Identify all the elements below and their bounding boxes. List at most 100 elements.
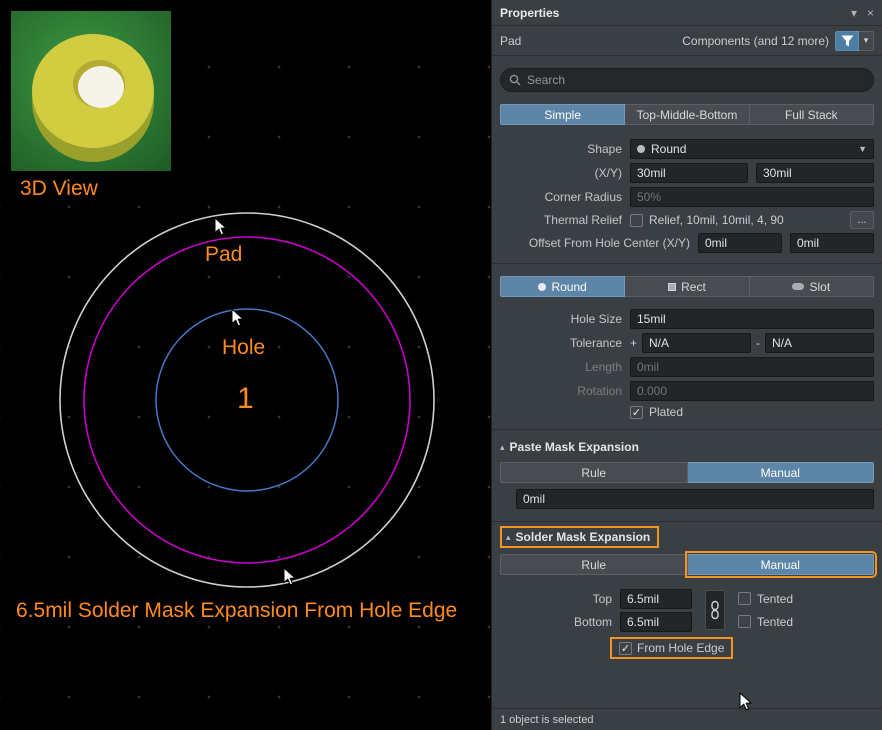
- divider: [492, 263, 882, 264]
- tented-bottom-label: Tented: [757, 615, 793, 629]
- check-icon: ✓: [621, 642, 630, 655]
- solder-mask-manual-button[interactable]: Manual: [688, 554, 875, 575]
- from-hole-edge-checkbox[interactable]: ✓: [619, 642, 632, 655]
- tolerance-label: Tolerance: [500, 336, 622, 350]
- tolerance-plus-input[interactable]: N/A: [642, 333, 751, 353]
- solder-mask-highlight-box: ▴ Solder Mask Expansion: [500, 526, 659, 548]
- offset-y-input[interactable]: 0mil: [790, 233, 874, 253]
- hole-3d-interior: [78, 66, 124, 108]
- plated-checkbox[interactable]: ✓: [630, 406, 643, 419]
- hole-shape-rect-label: Rect: [681, 280, 706, 294]
- cursor-icon: [214, 217, 228, 237]
- from-hole-edge-row: ✓ From Hole Edge: [610, 637, 874, 659]
- top-label: Top: [500, 592, 612, 606]
- chevron-down-icon: ▼: [858, 144, 867, 154]
- cursor-icon: [739, 692, 753, 712]
- hole-shape-round[interactable]: Round: [500, 276, 625, 297]
- solder-mask-caption: 6.5mil Solder Mask Expansion From Hole E…: [16, 599, 457, 623]
- hole-shape-slot-label: Slot: [809, 280, 830, 294]
- link-top-bottom-button[interactable]: [705, 590, 725, 630]
- thermal-relief-more-button[interactable]: ...: [850, 211, 874, 229]
- size-xy-label: (X/Y): [500, 166, 622, 180]
- offset-label: Offset From Hole Center (X/Y): [500, 236, 690, 250]
- collapse-icon: ▴: [506, 532, 511, 543]
- rotation-label: Rotation: [500, 384, 622, 398]
- hole-shape-tabs: Round Rect Slot: [500, 276, 874, 297]
- bottom-label: Bottom: [500, 615, 612, 629]
- hole-size-label: Hole Size: [500, 312, 622, 326]
- offset-x-input[interactable]: 0mil: [698, 233, 782, 253]
- solder-mask-rule-button[interactable]: Rule: [500, 554, 688, 575]
- chain-link-icon: [710, 600, 720, 620]
- tented-bottom-checkbox[interactable]: [738, 615, 751, 628]
- scope-label: Components (and 12 more): [682, 34, 829, 48]
- tented-top-checkbox[interactable]: [738, 592, 751, 605]
- solder-mask-mode: Rule Manual: [500, 554, 874, 575]
- pad-annotation: Pad: [205, 243, 242, 267]
- size-x-input[interactable]: 30mil: [630, 163, 748, 183]
- hole-shape-rect[interactable]: Rect: [625, 276, 749, 297]
- paste-mask-title: Paste Mask Expansion: [510, 440, 639, 454]
- 3d-view-label: 3D View: [20, 177, 98, 201]
- paste-mask-mode: Rule Manual: [500, 462, 874, 483]
- status-text: 1 object is selected: [500, 714, 594, 726]
- filter-dropdown-button[interactable]: ▾: [859, 31, 874, 51]
- panel-title: Properties: [500, 6, 559, 20]
- panel-menu-icon[interactable]: ▾: [851, 6, 857, 20]
- status-bar: 1 object is selected: [492, 708, 882, 730]
- hole-shape-round-label: Round: [551, 280, 586, 294]
- filter-button[interactable]: [835, 31, 859, 51]
- bottom-expansion-input[interactable]: 6.5mil: [620, 612, 692, 632]
- tab-top-middle-bottom[interactable]: Top-Middle-Bottom: [625, 104, 749, 125]
- tolerance-minus-label: -: [756, 336, 760, 350]
- search-icon: [509, 74, 521, 86]
- thermal-relief-label: Thermal Relief: [500, 213, 622, 227]
- tolerance-minus-input[interactable]: N/A: [765, 333, 874, 353]
- collapse-icon: ▴: [500, 442, 505, 453]
- divider: [492, 429, 882, 430]
- panel-titlebar: Properties ▾ ×: [492, 0, 882, 26]
- divider: [492, 521, 882, 522]
- round-icon: [538, 283, 546, 291]
- chevron-down-icon: ▾: [864, 35, 869, 46]
- tab-full-stack[interactable]: Full Stack: [750, 104, 874, 125]
- corner-radius-input: 50%: [630, 187, 874, 207]
- solder-mask-section-header[interactable]: ▴ Solder Mask Expansion: [500, 528, 874, 546]
- pcb-canvas[interactable]: 3D View Pad Hole 1 6.5mil Solder Mask Ex…: [0, 0, 491, 730]
- paste-mask-manual-button[interactable]: Manual: [688, 462, 875, 483]
- top-expansion-input[interactable]: 6.5mil: [620, 589, 692, 609]
- shape-label: Shape: [500, 142, 622, 156]
- thermal-relief-checkbox[interactable]: [630, 214, 643, 227]
- properties-panel: Properties ▾ × Pad Components (and 12 mo…: [491, 0, 882, 730]
- cursor-icon: [283, 567, 297, 587]
- object-type-label: Pad: [500, 34, 521, 48]
- plated-label: Plated: [649, 405, 683, 419]
- hole-shape-slot[interactable]: Slot: [750, 276, 874, 297]
- shape-select[interactable]: Round ▼: [630, 139, 874, 159]
- rect-icon: [668, 283, 676, 291]
- pad-3d-preview: [11, 11, 171, 171]
- size-y-input[interactable]: 30mil: [756, 163, 874, 183]
- solder-mask-title: Solder Mask Expansion: [516, 530, 651, 544]
- pad-properties-form: Shape Round ▼ (X/Y) 30mil 30mil Corner R…: [500, 139, 874, 253]
- hole-properties-form: Hole Size 15mil Tolerance + N/A - N/A Le…: [500, 309, 874, 419]
- panel-subheader: Pad Components (and 12 more) ▾: [492, 26, 882, 56]
- mode-tabs: Simple Top-Middle-Bottom Full Stack: [500, 104, 874, 125]
- paste-mask-value-input[interactable]: 0mil: [516, 489, 874, 509]
- round-bullet-icon: [637, 145, 645, 153]
- pad-designator: 1: [237, 382, 254, 416]
- tab-simple[interactable]: Simple: [500, 104, 625, 125]
- paste-mask-rule-button[interactable]: Rule: [500, 462, 688, 483]
- length-label: Length: [500, 360, 622, 374]
- funnel-icon: [841, 35, 854, 47]
- hole-size-input[interactable]: 15mil: [630, 309, 874, 329]
- close-icon[interactable]: ×: [867, 6, 874, 20]
- cursor-icon: [231, 308, 245, 328]
- paste-mask-section-header[interactable]: ▴ Paste Mask Expansion: [500, 438, 874, 456]
- search-box[interactable]: [500, 68, 874, 92]
- corner-radius-label: Corner Radius: [500, 190, 622, 204]
- tented-top-label: Tented: [757, 592, 793, 606]
- tolerance-plus-label: +: [630, 336, 637, 350]
- search-input[interactable]: [527, 73, 865, 87]
- rotation-input: 0.000: [630, 381, 874, 401]
